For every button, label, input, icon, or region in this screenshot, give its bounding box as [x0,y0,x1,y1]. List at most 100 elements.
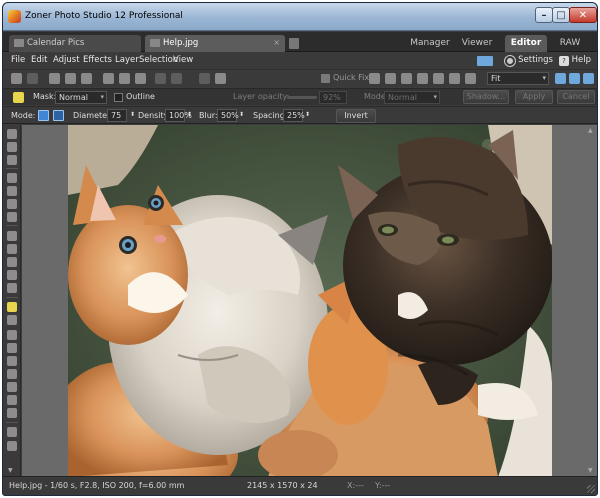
cancel-button[interactable]: Cancel [557,90,595,104]
menu-edit[interactable]: Edit [31,55,47,65]
print-icon[interactable] [81,73,92,84]
brush-tool-icon[interactable] [7,302,17,312]
hand-tool-icon[interactable] [7,142,17,152]
add-mask-icon[interactable] [38,110,49,121]
minimize-icon: – [541,10,547,21]
zoom-tool-icon[interactable] [7,129,17,139]
fullscreen-icon[interactable] [583,73,594,84]
layer-opacity-slider[interactable] [287,96,317,99]
paste-icon[interactable] [119,73,130,84]
brush-icon [13,92,24,103]
frame-icon[interactable] [465,73,476,84]
mask-value: Normal [59,93,88,102]
tab-label: Calendar Pics [27,38,85,48]
frame-tool-icon[interactable] [7,212,17,222]
invert-button[interactable]: Invert [336,109,376,123]
resize-tool-icon[interactable] [7,186,17,196]
rect-select-tool-icon[interactable] [7,330,17,340]
menu-layer[interactable]: Layer [115,55,139,65]
rotate-tool-icon[interactable] [7,231,17,241]
sharpen-icon[interactable] [433,73,444,84]
minimize-button[interactable]: – [535,7,553,23]
subtract-mask-icon[interactable] [53,110,64,121]
clone-tool-icon[interactable] [7,427,17,437]
close-button[interactable]: ✕ [569,7,597,23]
gear-icon[interactable] [505,56,515,66]
eraser-tool-icon[interactable] [7,315,17,325]
zoom-select[interactable]: Fit ▾ [487,72,549,85]
history-icon[interactable] [199,73,210,84]
tab-calendar-pics[interactable]: Calendar Pics [9,35,141,52]
blur-spin-icon[interactable]: ⬍ [239,111,244,118]
layer-opacity-field[interactable]: 92% [319,91,347,104]
text-tool-icon[interactable] [7,408,17,418]
mask-select[interactable]: Normal ▾ [55,91,107,104]
kittens-photo-art [68,125,552,477]
menu-effects[interactable]: Effects [83,55,112,65]
arrange-icon[interactable] [215,73,226,84]
forward-icon[interactable] [27,73,38,84]
mode-viewer[interactable]: Viewer [457,35,497,52]
help-button[interactable]: Help [572,55,591,65]
toolbox-scroll-down-icon[interactable]: ▼ [8,467,13,474]
red-eye-icon[interactable] [385,73,396,84]
scroll-down-icon[interactable]: ▼ [588,467,593,474]
mode-manager[interactable]: Manager [405,35,455,52]
quick-fix-button[interactable]: Quick Fix [321,73,369,83]
spacing-field[interactable]: 25% [283,109,305,122]
paste-new-icon[interactable] [135,73,146,84]
density-spin-icon[interactable]: ⬍ [187,111,192,118]
view-mode-icon[interactable] [477,56,493,66]
gradient-tool-icon[interactable] [7,395,17,405]
shadow-button[interactable]: Shadow... [463,90,509,104]
scroll-up-icon[interactable]: ▲ [588,127,593,134]
save-icon[interactable] [49,73,60,84]
mode-raw[interactable]: RAW [551,35,589,52]
help-icon[interactable]: ? [559,56,569,66]
save-as-icon[interactable] [65,73,76,84]
crop-tool-icon[interactable] [7,173,17,183]
color-picker-tool-icon[interactable] [7,441,17,451]
apply-button[interactable]: Apply [515,90,553,104]
menu-view[interactable]: View [173,55,193,65]
spacing-spin-icon[interactable]: ⬍ [305,111,310,118]
menu-adjust[interactable]: Adjust [53,55,80,65]
fit-window-icon[interactable] [555,73,566,84]
actual-size-icon[interactable] [569,73,580,84]
blur-field[interactable]: 50% [217,109,239,122]
selection-tool-icon[interactable] [7,155,17,165]
back-icon[interactable] [11,73,22,84]
magic-wand-tool-icon[interactable] [7,369,17,379]
close-tab-icon[interactable]: × [273,35,280,51]
tab-help-jpg[interactable]: Help.jpg × [145,35,285,52]
image-canvas[interactable]: ▲ ▼ ▼ [8,125,597,477]
lasso-tool-icon[interactable] [7,356,17,366]
density-field[interactable]: 100% [165,109,192,122]
menu-file[interactable]: File [11,55,25,65]
text-icon[interactable] [449,73,460,84]
retouch-tool-icon[interactable] [7,283,17,293]
crop-icon[interactable] [369,73,380,84]
mode-editor[interactable]: Editor [505,35,547,52]
close-icon: ✕ [578,10,588,21]
redo-icon[interactable] [171,73,182,84]
diameter-field[interactable]: 75 [107,109,127,122]
app-logo-icon [8,10,21,23]
brush-tool-icon[interactable] [401,73,412,84]
blend-mode-select[interactable]: Normal ▾ [384,91,440,104]
settings-button[interactable]: Settings [518,55,553,65]
ellipse-select-tool-icon[interactable] [7,343,17,353]
red-eye-tool-icon[interactable] [7,270,17,280]
new-tab-icon[interactable] [289,38,299,49]
resize-grip-icon[interactable] [587,485,595,493]
levels-icon[interactable] [417,73,428,84]
undo-icon[interactable] [155,73,166,84]
straighten-tool-icon[interactable] [7,244,17,254]
canvas-tool-icon[interactable] [7,199,17,209]
fill-tool-icon[interactable] [7,382,17,392]
copy-icon[interactable] [103,73,114,84]
outline-checkbox[interactable] [114,93,123,102]
maximize-button[interactable]: □ [552,7,570,23]
perspective-tool-icon[interactable] [7,257,17,267]
diameter-spin-icon[interactable]: ⬍ [130,111,135,118]
